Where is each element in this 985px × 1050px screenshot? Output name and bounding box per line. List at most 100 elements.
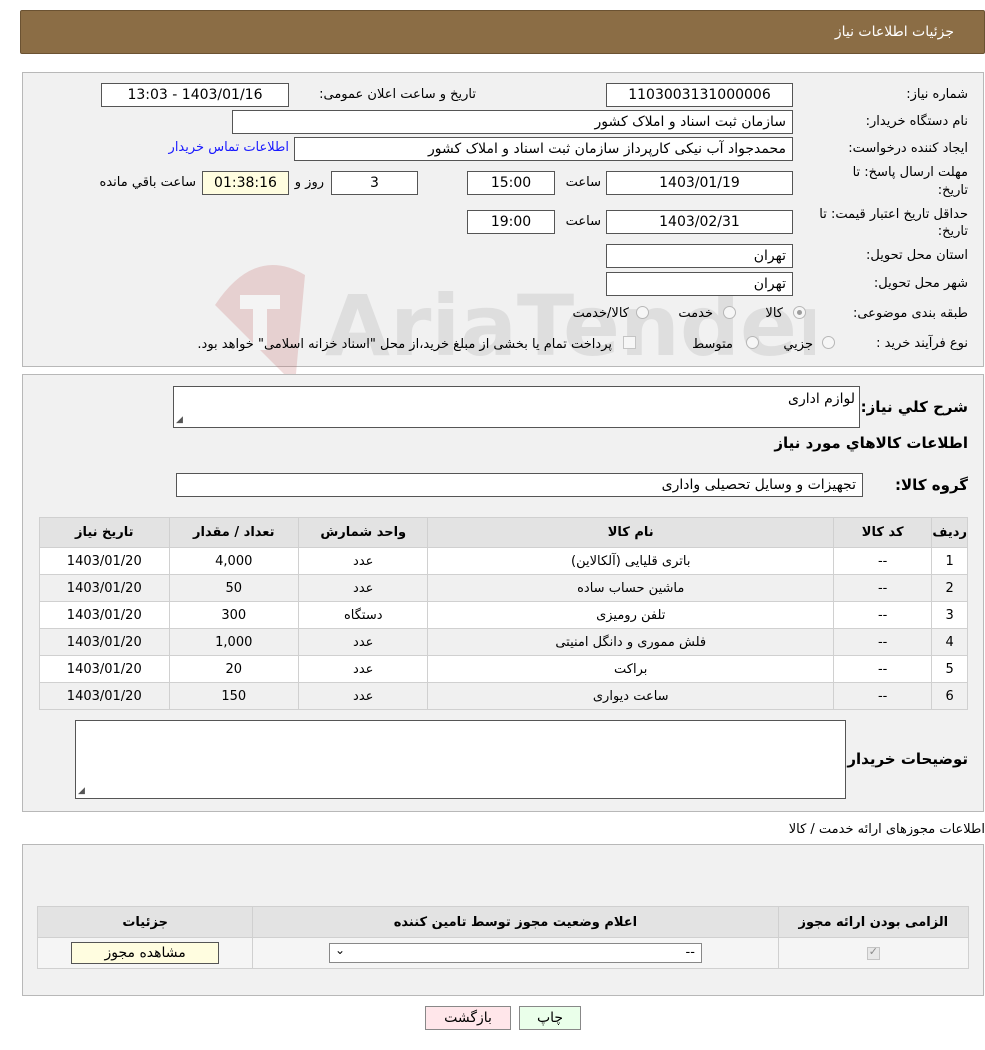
table-row: 3 -- تلفن رومیزی دستگاه 300 1403/01/20	[39, 601, 968, 629]
cell-name: فلش مموری و دانگل امنیتی	[427, 628, 834, 656]
col-goods-code: كد كالا	[832, 517, 933, 548]
purchase-type-label: نوع فرآیند خرید :	[876, 336, 968, 351]
validity-label-date: تاریخ:	[937, 224, 968, 239]
cell-name: تلفن رومیزی	[427, 601, 834, 629]
category-goods-service-label: کالا/خدمت	[572, 306, 629, 321]
license-status-select[interactable]: -- ⌄	[328, 943, 702, 963]
cell-name: باتری قلیایی (آلکالاین)	[427, 547, 834, 575]
deadline-label: مهلت ارسال پاسخ: تا	[852, 165, 968, 180]
page-title: جزئیات اطلاعات نیاز	[834, 24, 954, 40]
cell-date: 1403/01/20	[39, 547, 170, 575]
cell-code: --	[832, 547, 933, 575]
cell-quantity: 150	[168, 682, 300, 710]
announce-label: تاریخ و ساعت اعلان عمومی:	[319, 87, 476, 102]
cell-name: براکت	[427, 655, 834, 683]
category-goods-radio[interactable]	[793, 306, 806, 319]
cell-quantity: 300	[168, 601, 300, 629]
category-goods-service-radio[interactable]	[636, 306, 649, 319]
purchase-medium-label: متوسط	[692, 337, 733, 352]
cell-code: --	[832, 574, 933, 602]
cell-unit: عدد	[297, 574, 429, 602]
license-status-value: --	[685, 945, 695, 960]
cell-code: --	[832, 682, 933, 710]
cell-row: 6	[931, 682, 968, 710]
table-row: 2 -- ماشین حساب ساده عدد 50 1403/01/20	[39, 574, 968, 602]
validity-time-label: ساعت	[565, 214, 601, 229]
cell-date: 1403/01/20	[39, 601, 170, 629]
days-label: روز و	[294, 175, 324, 190]
need-number-field: 1103003131000006	[606, 83, 793, 107]
category-goods-label: كالا	[765, 306, 783, 321]
buyer-org-field: سازمان ثبت اسناد و املاک کشور	[232, 110, 793, 134]
license-table: الزامی بودن ارائه مجوز اعلام وضعیت مجوز …	[36, 906, 970, 969]
treasury-payment-checkbox[interactable]	[623, 336, 636, 349]
table-row: 1 -- باتری قلیایی (آلکالاین) عدد 4,000 1…	[39, 547, 968, 575]
col-need-date: تاريخ نياز	[39, 517, 170, 548]
cell-quantity: 4,000	[168, 547, 300, 575]
cell-date: 1403/01/20	[39, 574, 170, 602]
description-text: لوازم اداری	[788, 391, 855, 407]
deadline-time-field: 15:00	[467, 171, 555, 195]
cell-code: --	[832, 655, 933, 683]
cell-date: 1403/01/20	[39, 655, 170, 683]
remaining-days-field: 3	[331, 171, 418, 195]
table-row: 5 -- براکت عدد 20 1403/01/20	[39, 655, 968, 683]
cell-date: 1403/01/20	[39, 682, 170, 710]
goods-group-label: گروه كالا:	[895, 476, 968, 494]
resize-grip-icon[interactable]: ◢	[78, 787, 85, 796]
need-number-label: شماره نیاز:	[906, 87, 968, 102]
city-label: شهر محل تحویل:	[873, 276, 968, 291]
buyer-contact-link[interactable]: اطلاعات تماس خریدار	[169, 140, 289, 155]
deadline-time-label: ساعت	[565, 175, 601, 190]
back-button[interactable]: بازگشت	[425, 1006, 511, 1030]
buyer-notes-textarea[interactable]: ◢	[75, 720, 846, 799]
description-textarea[interactable]: لوازم اداری ◢	[173, 386, 860, 428]
cell-row: 5	[931, 655, 968, 683]
purchase-minor-label: جزيي	[783, 337, 813, 352]
col-quantity: تعداد / مقدار	[168, 517, 300, 548]
cell-row: 1	[931, 547, 968, 575]
category-service-radio[interactable]	[723, 306, 736, 319]
treasury-payment-note: پرداخت تمام یا بخشی از مبلغ خرید،از محل …	[197, 337, 612, 352]
announce-datetime-field: 1403/01/16 - 13:03	[101, 83, 289, 107]
table-row: ✓ -- ⌄ مشاهده مجوز	[36, 937, 970, 969]
cell-name: ساعت دیواری	[427, 682, 834, 710]
page-header: جزئیات اطلاعات نیاز	[20, 10, 985, 54]
col-goods-name: نام كالا	[427, 517, 834, 548]
cell-date: 1403/01/20	[39, 628, 170, 656]
remaining-time-field: 01:38:16	[202, 171, 289, 195]
requester-label: ایجاد کننده درخواست:	[848, 141, 968, 156]
goods-info-title: اطلاعات كالاهاي مورد نياز	[774, 434, 968, 452]
cell-quantity: 20	[168, 655, 300, 683]
col-row-number: رديف	[931, 517, 968, 548]
license-status-cell: -- ⌄	[252, 937, 779, 969]
cell-unit: عدد	[297, 547, 429, 575]
requester-field: محمدجواد آب نیکی کارپرداز سازمان ثبت اسن…	[294, 137, 793, 161]
validity-time-field: 19:00	[467, 210, 555, 234]
category-service-label: خدمت	[678, 306, 713, 321]
view-license-button[interactable]: مشاهده مجوز	[71, 942, 220, 964]
deadline-label-date: تاریخ:	[937, 183, 968, 198]
license-section-title: اطلاعات مجوزهای ارائه خدمت / کالا	[788, 822, 985, 837]
purchase-medium-radio[interactable]	[746, 336, 759, 349]
goods-table: رديف كد كالا نام كالا واحد شمارش تعداد /…	[39, 517, 968, 710]
province-label: استان محل تحویل:	[866, 248, 968, 263]
license-required-cell: ✓	[777, 937, 970, 969]
deadline-date-field: 1403/01/19	[606, 171, 793, 195]
validity-date-field: 1403/02/31	[606, 210, 793, 234]
check-icon: ✓	[868, 944, 879, 958]
cell-unit: عدد	[297, 655, 429, 683]
col-license-required: الزامی بودن ارائه مجوز	[777, 906, 970, 938]
cell-unit: دستگاه	[297, 601, 429, 629]
province-field: تهران	[606, 244, 793, 268]
cell-unit: عدد	[297, 682, 429, 710]
cell-name: ماشین حساب ساده	[427, 574, 834, 602]
cell-row: 3	[931, 601, 968, 629]
print-button[interactable]: چاپ	[519, 1006, 581, 1030]
purchase-minor-radio[interactable]	[822, 336, 835, 349]
chevron-down-icon: ⌄	[334, 943, 345, 957]
cell-row: 4	[931, 628, 968, 656]
resize-grip-icon[interactable]: ◢	[176, 416, 183, 425]
col-unit: واحد شمارش	[297, 517, 429, 548]
table-row: 4 -- فلش مموری و دانگل امنیتی عدد 1,000 …	[39, 628, 968, 656]
